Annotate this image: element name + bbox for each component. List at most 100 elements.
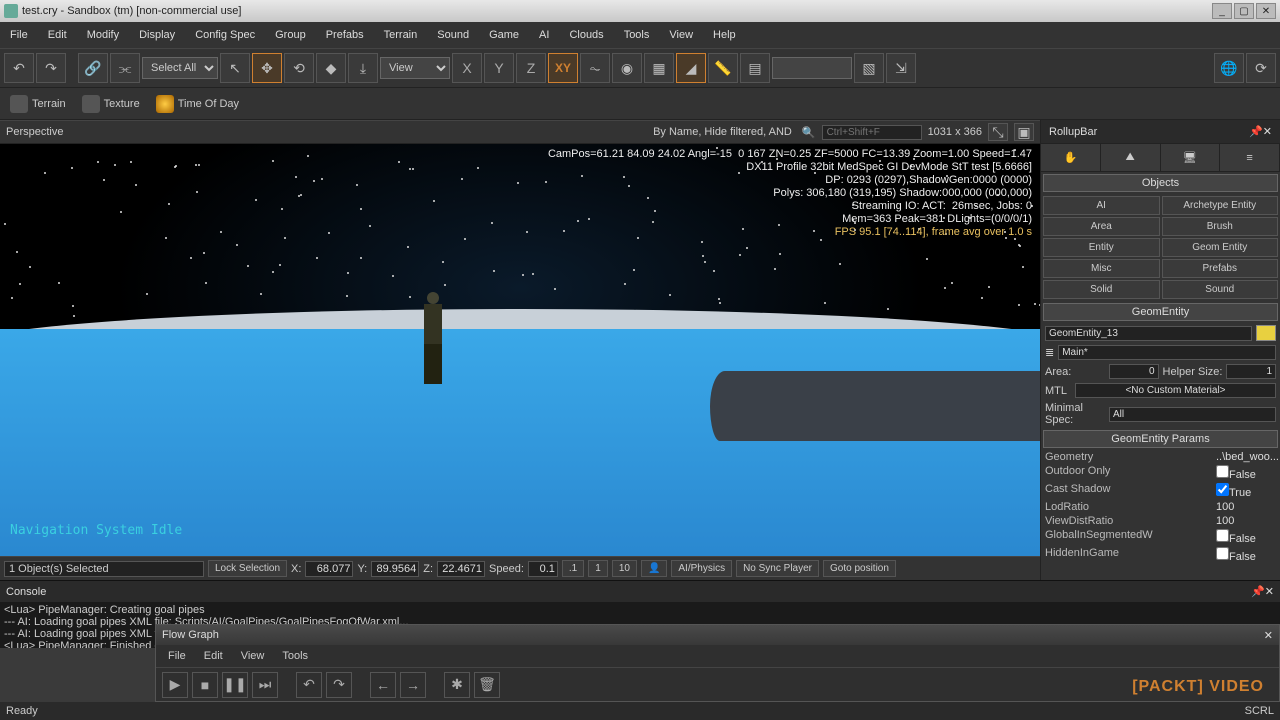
menu-view[interactable]: View	[659, 29, 703, 41]
fg-menu-view[interactable]: View	[233, 650, 273, 662]
x-axis-button[interactable]: X	[452, 53, 482, 83]
ratio-lock-button[interactable]: ⤡	[988, 123, 1008, 141]
lock-selection-button[interactable]: Lock Selection	[208, 560, 287, 577]
param-row[interactable]: Cast ShadowTrue	[1041, 482, 1280, 500]
angle-snap-button[interactable]: ◢	[676, 53, 706, 83]
speed-10[interactable]: 10	[612, 560, 637, 577]
freeze-button[interactable]: ▧	[854, 53, 884, 83]
menu-configspec[interactable]: Config Spec	[185, 29, 265, 41]
select-terrain-tool[interactable]: ⤓	[348, 53, 378, 83]
viewport-label[interactable]: Perspective	[6, 126, 63, 138]
menu-group[interactable]: Group	[265, 29, 316, 41]
close-button[interactable]: ✕	[1256, 3, 1276, 19]
aiphysics-button[interactable]: AI/Physics	[671, 560, 732, 577]
param-row[interactable]: Outdoor OnlyFalse	[1041, 464, 1280, 482]
object-area[interactable]: Area	[1043, 217, 1160, 236]
delete-button[interactable]: 🗑	[474, 672, 500, 698]
helper-size-input[interactable]	[1226, 364, 1276, 379]
param-row[interactable]: Geometry..\bed_woo...	[1041, 450, 1280, 464]
entity-name-input[interactable]	[1045, 326, 1252, 341]
menu-edit[interactable]: Edit	[38, 29, 77, 41]
y-coord-input[interactable]	[371, 561, 419, 577]
menu-help[interactable]: Help	[703, 29, 746, 41]
flowgraph-close-icon[interactable]: ✕	[1264, 629, 1273, 642]
refresh-button[interactable]: ⟳	[1246, 53, 1276, 83]
unlink-button[interactable]: ⫘	[110, 53, 140, 83]
menu-game[interactable]: Game	[479, 29, 529, 41]
redo-fg-button[interactable]: ↷	[326, 672, 352, 698]
move-tool[interactable]: ✥	[252, 53, 282, 83]
pin-icon[interactable]: 📌	[1249, 125, 1263, 138]
menu-clouds[interactable]: Clouds	[559, 29, 613, 41]
object-entity[interactable]: Entity	[1043, 238, 1160, 257]
menu-tools[interactable]: Tools	[614, 29, 660, 41]
coord-space-select[interactable]: View	[380, 57, 450, 79]
selection-filter[interactable]: Select All	[142, 57, 218, 79]
timeofday-editor-button[interactable]: Time Of Day	[150, 93, 245, 115]
fg-menu-edit[interactable]: Edit	[196, 650, 231, 662]
param-row[interactable]: LodRatio100	[1041, 500, 1280, 514]
object-archetype-entity[interactable]: Archetype Entity	[1162, 196, 1279, 215]
forward-button[interactable]: →	[400, 672, 426, 698]
stop-button[interactable]: ■	[192, 672, 218, 698]
nosync-button[interactable]: No Sync Player	[736, 560, 819, 577]
maximize-button[interactable]: ▢	[1234, 3, 1254, 19]
xy-plane-button[interactable]: XY	[548, 53, 578, 83]
tab-terrain[interactable]: ⛰	[1101, 144, 1161, 171]
tab-display[interactable]: 🖥	[1161, 144, 1221, 171]
object-brush[interactable]: Brush	[1162, 217, 1279, 236]
step-button[interactable]: ⏭	[252, 672, 278, 698]
search-input[interactable]	[822, 125, 922, 140]
speed-01[interactable]: .1	[562, 560, 584, 577]
menu-modify[interactable]: Modify	[77, 29, 129, 41]
fg-menu-tools[interactable]: Tools	[274, 650, 316, 662]
console-pin-icon[interactable]: 📌	[1251, 585, 1265, 598]
rotate-tool[interactable]: ⟲	[284, 53, 314, 83]
object-sound[interactable]: Sound	[1162, 280, 1279, 299]
minimize-button[interactable]: _	[1212, 3, 1232, 19]
undo-fg-button[interactable]: ↶	[296, 672, 322, 698]
viewport-max-button[interactable]: ▣	[1014, 123, 1034, 141]
entity-color-swatch[interactable]	[1256, 325, 1276, 341]
export-button[interactable]: ⇲	[886, 53, 916, 83]
menu-file[interactable]: File	[0, 29, 38, 41]
select-tool[interactable]: ↖	[220, 53, 250, 83]
menu-sound[interactable]: Sound	[427, 29, 479, 41]
perspective-viewport[interactable]: CamPos=61.21 84.09 24.02 Angl=-15 0 167 …	[0, 144, 1040, 556]
material-select[interactable]: <No Custom Material>	[1075, 383, 1276, 398]
texture-editor-button[interactable]: Texture	[76, 93, 146, 115]
param-row[interactable]: HiddenInGameFalse	[1041, 546, 1280, 564]
scale-tool[interactable]: ◆	[316, 53, 346, 83]
redo-button[interactable]: ↷	[36, 53, 66, 83]
menu-ai[interactable]: AI	[529, 29, 559, 41]
object-misc[interactable]: Misc	[1043, 259, 1160, 278]
x-coord-input[interactable]	[305, 561, 353, 577]
object-prefabs[interactable]: Prefabs	[1162, 259, 1279, 278]
flowgraph-window[interactable]: Flow Graph ✕ FileEditViewTools ▶ ■ ❚❚ ⏭ …	[155, 624, 1280, 702]
z-axis-button[interactable]: Z	[516, 53, 546, 83]
layer-input[interactable]	[772, 57, 852, 79]
debug-button[interactable]: ✱	[444, 672, 470, 698]
link-button[interactable]: 🔗	[78, 53, 108, 83]
menu-terrain[interactable]: Terrain	[374, 29, 428, 41]
layers-icon[interactable]: ≣	[1045, 346, 1054, 359]
minspec-select[interactable]: All	[1109, 407, 1276, 422]
close-panel-icon[interactable]: ✕	[1263, 125, 1272, 138]
play-button[interactable]: ▶	[162, 672, 188, 698]
terrain-editor-button[interactable]: Terrain	[4, 93, 72, 115]
tab-layers[interactable]: ≡	[1220, 144, 1280, 171]
y-axis-button[interactable]: Y	[484, 53, 514, 83]
pause-button[interactable]: ❚❚	[222, 672, 248, 698]
terrain-follow-button[interactable]: ⏦	[580, 53, 610, 83]
menu-prefabs[interactable]: Prefabs	[316, 29, 374, 41]
snap-button[interactable]: ◉	[612, 53, 642, 83]
tab-create[interactable]: ✋	[1041, 144, 1101, 171]
globe-button[interactable]: 🌐	[1214, 53, 1244, 83]
console-close-icon[interactable]: ✕	[1265, 585, 1274, 598]
param-row[interactable]: GlobalInSegmentedWFalse	[1041, 528, 1280, 546]
player-button[interactable]: 👤	[641, 560, 667, 577]
speed-1[interactable]: 1	[588, 560, 608, 577]
area-input[interactable]	[1109, 364, 1159, 379]
back-button[interactable]: ←	[370, 672, 396, 698]
ruler-button[interactable]: 📏	[708, 53, 738, 83]
